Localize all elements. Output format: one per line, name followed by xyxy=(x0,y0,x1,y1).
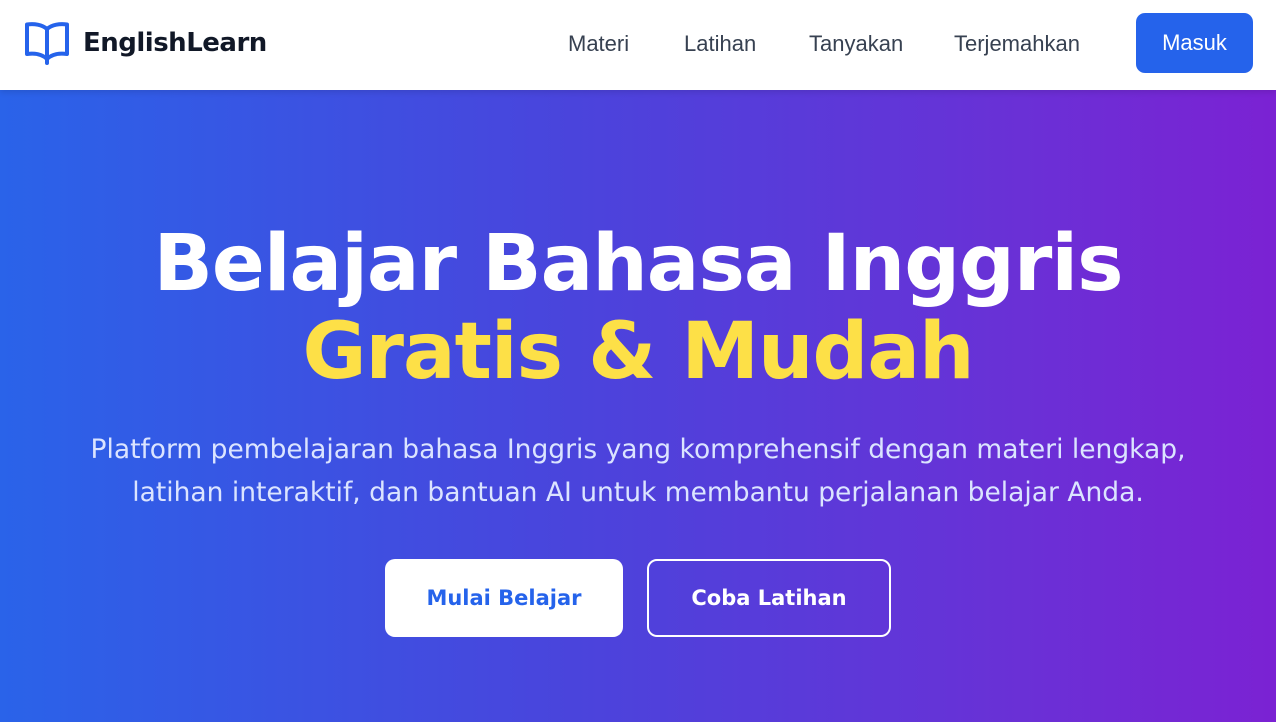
main-nav: Materi Latihan Tanyakan Terjemahkan xyxy=(0,0,1276,90)
hero-subtitle-line-1: Platform pembelajaran bahasa Inggris yan… xyxy=(90,434,1186,465)
try-practice-button[interactable]: Coba Latihan xyxy=(647,559,891,637)
hero-subtitle-line-2: latihan interaktif, dan bantuan AI untuk… xyxy=(132,477,1144,508)
navbar: EnglishLearn Materi Latihan Tanyakan Ter… xyxy=(0,0,1276,90)
nav-link-terjemahkan[interactable]: Terjemahkan xyxy=(954,31,1080,57)
nav-link-latihan[interactable]: Latihan xyxy=(684,31,756,57)
login-button[interactable]: Masuk xyxy=(1136,13,1253,73)
hero-title: Belajar Bahasa Inggris xyxy=(153,219,1123,309)
start-learning-button[interactable]: Mulai Belajar xyxy=(385,559,623,637)
nav-link-tanyakan[interactable]: Tanyakan xyxy=(809,31,903,57)
nav-link-materi[interactable]: Materi xyxy=(568,31,629,57)
hero-title-highlight: Gratis & Mudah xyxy=(302,307,974,397)
hero-section: Belajar Bahasa Inggris Gratis & Mudah Pl… xyxy=(0,90,1276,722)
